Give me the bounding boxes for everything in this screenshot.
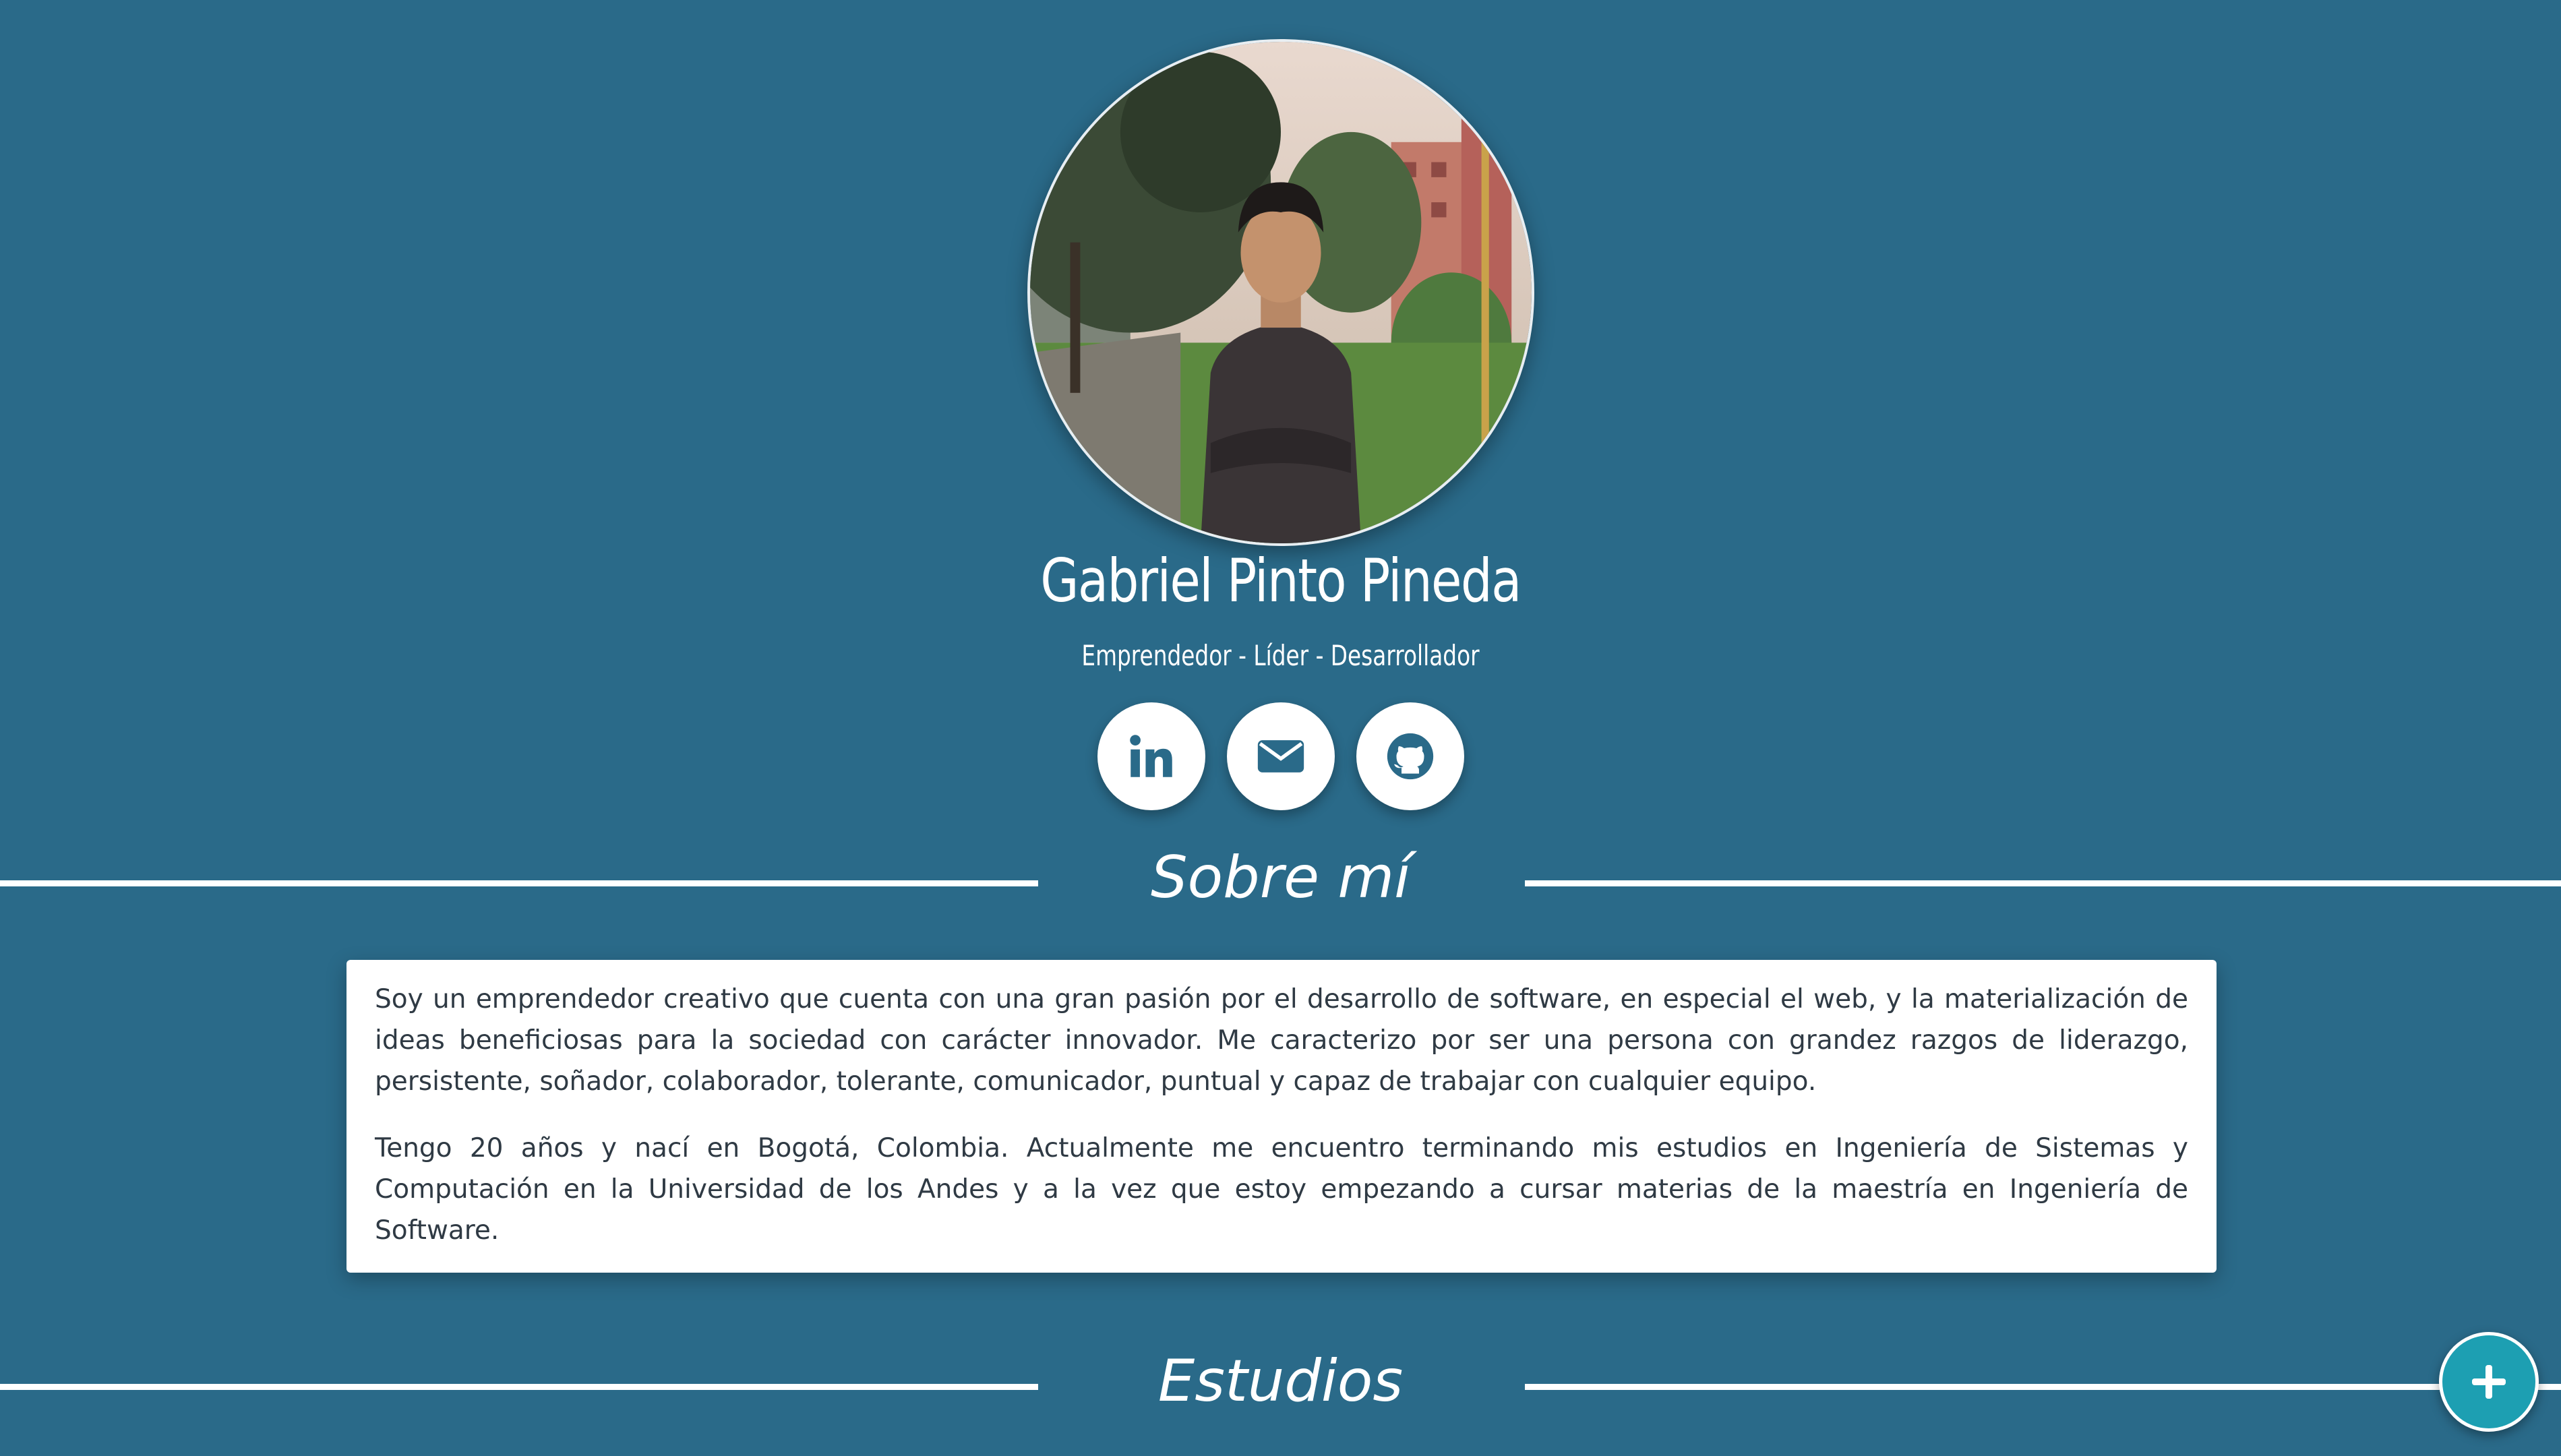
studies-title: Estudios bbox=[1157, 1347, 1404, 1415]
email-button[interactable] bbox=[1226, 702, 1335, 810]
envelope-icon bbox=[1257, 740, 1304, 772]
divider-line bbox=[1525, 1384, 2561, 1390]
floating-add-button[interactable] bbox=[2439, 1332, 2539, 1432]
profile-photo bbox=[1030, 42, 1532, 543]
linkedin-icon bbox=[1129, 735, 1172, 777]
divider-line bbox=[1525, 880, 2561, 886]
studies-section-heading: Estudios bbox=[0, 1347, 2561, 1428]
plus-icon bbox=[2472, 1365, 2506, 1399]
github-button[interactable] bbox=[1356, 702, 1464, 810]
profile-tagline: Emprendedor - Líder - Desarrollador bbox=[1081, 639, 1480, 672]
about-card: Soy un emprendedor creativo que cuenta c… bbox=[347, 960, 2217, 1273]
about-section-heading: Sobre mí bbox=[0, 844, 2561, 925]
portfolio-page: Gabriel Pinto Pineda Emprendedor - Líder… bbox=[0, 0, 2561, 1456]
about-title: Sobre mí bbox=[1150, 844, 1411, 911]
social-links bbox=[0, 702, 2561, 810]
linkedin-button[interactable] bbox=[1097, 702, 1205, 810]
github-icon bbox=[1387, 733, 1433, 780]
profile-avatar bbox=[1027, 39, 1534, 546]
about-paragraph-1: Soy un emprendedor creativo que cuenta c… bbox=[375, 984, 2188, 1097]
profile-name: Gabriel Pinto Pineda bbox=[1040, 546, 1521, 615]
about-paragraph-2: Tengo 20 años y nací en Bogotá, Colombia… bbox=[375, 1133, 2188, 1246]
